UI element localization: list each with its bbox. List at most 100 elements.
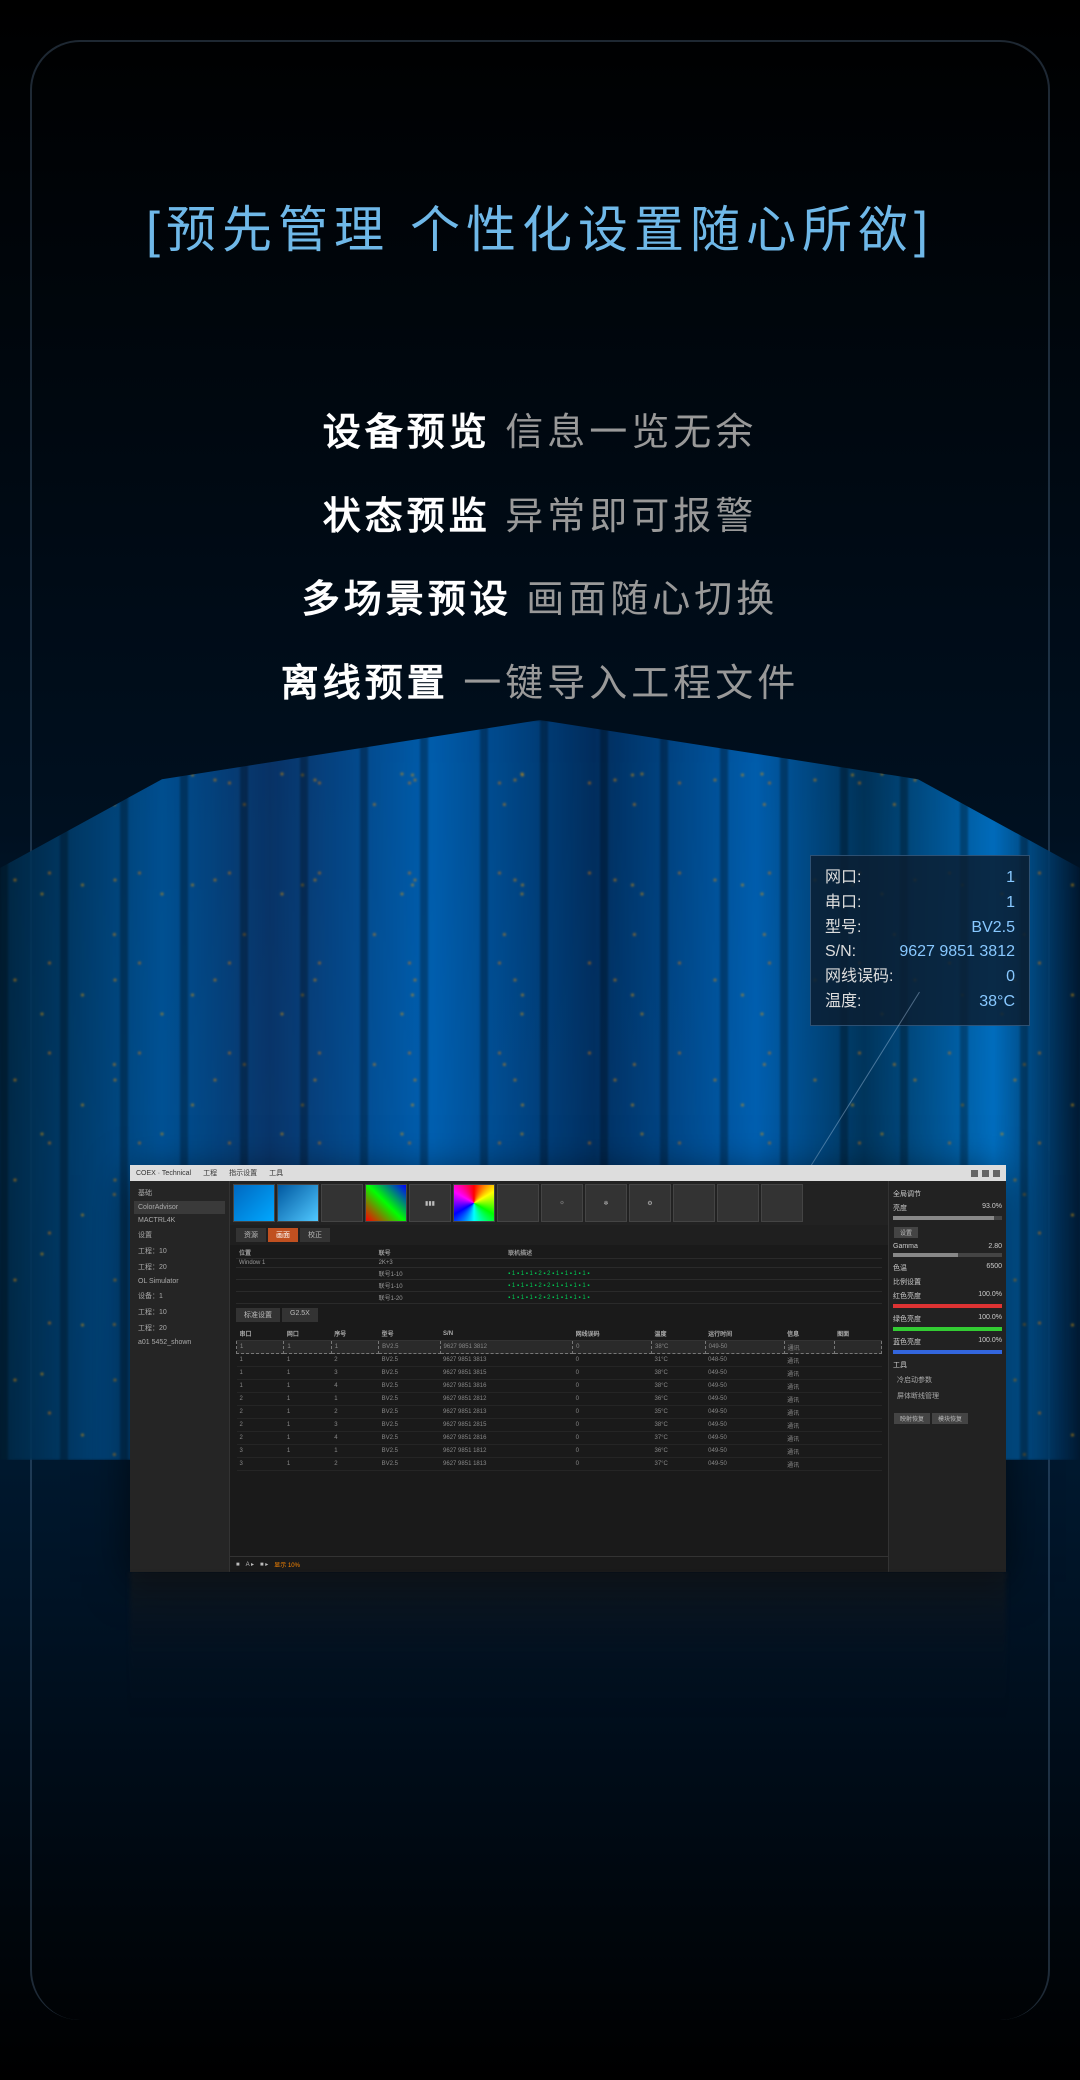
green-label: 绿色亮度 — [893, 1314, 921, 1324]
gamma-slider[interactable] — [893, 1253, 1002, 1257]
menu-item[interactable]: 工程 — [203, 1168, 217, 1178]
sidebar-item[interactable]: 设备：1 — [134, 1288, 225, 1304]
link-status-table: 位置 联号 联机描述 Window 12K+3联号1-10▪ 1 ▪ 1 ▪ 1… — [230, 1245, 888, 1305]
window-title: COEX · Technical — [136, 1170, 191, 1177]
brightness-label: 亮度 — [893, 1203, 907, 1213]
status-item[interactable]: ■ — [236, 1562, 240, 1568]
restore-module-button[interactable]: 模块恢复 — [932, 1413, 968, 1424]
gamma-label: Gamma — [893, 1243, 918, 1250]
status-bar: ■ A ▸ ■ ▸ 显示 10% — [230, 1556, 888, 1572]
minimize-icon — [971, 1170, 978, 1177]
bars-icon[interactable]: ▮▮▮ — [409, 1184, 451, 1222]
table-row[interactable]: 112BV2.59627 9851 3813031°C048-50通讯 — [237, 1354, 882, 1367]
callout-label: 串口: — [825, 891, 861, 916]
zoom-label[interactable]: 显示 10% — [274, 1560, 300, 1569]
sidebar-host[interactable]: ColorAdvisor — [134, 1201, 225, 1214]
tab-correction[interactable]: 校正 — [300, 1228, 330, 1242]
adjustment-panel: 全局调节 亮度93.0% 设置 Gamma2.80 色温6500 比例设置 红色… — [888, 1181, 1006, 1572]
main-panel: ▮▮▮ ☼ ❄ ⚙ 资源 画面 校正 位置 联号 联机描述 Window 12K… — [230, 1181, 888, 1572]
primary-tabs: 资源 画面 校正 — [230, 1225, 888, 1245]
gradient-test-icon[interactable] — [365, 1184, 407, 1222]
feature-bold: 设备预览 — [323, 412, 491, 454]
col-header: 序号 — [331, 1327, 378, 1341]
thumbnail-icon[interactable] — [233, 1184, 275, 1222]
tab-resource[interactable]: 资源 — [236, 1228, 266, 1242]
table-row[interactable]: 312BV2.59627 9851 1813037°C049-50通讯 — [237, 1458, 882, 1471]
feature-grey: 一键导入工程文件 — [463, 663, 799, 705]
table-row[interactable]: 113BV2.59627 9851 3815038°C049-50通讯 — [237, 1367, 882, 1380]
sidebar-tab[interactable]: 基础 — [134, 1185, 225, 1201]
sidebar-item[interactable]: 工程：20 — [134, 1259, 225, 1275]
gear-icon[interactable]: ⚙ — [629, 1184, 671, 1222]
brightness-value: 93.0% — [982, 1203, 1002, 1213]
feature-grey: 异常即可报警 — [505, 496, 757, 538]
table-row[interactable]: 213BV2.59627 9851 2815038°C049-50通讯 — [237, 1419, 882, 1432]
feature-grey: 信息一览无余 — [505, 412, 757, 454]
palette-icon[interactable] — [717, 1184, 759, 1222]
red-value: 100.0% — [978, 1291, 1002, 1301]
status-item[interactable]: A ▸ — [246, 1561, 254, 1568]
restore-mapping-button[interactable]: 映射恢复 — [894, 1413, 930, 1424]
menu-item[interactable]: 工具 — [269, 1168, 283, 1178]
toolbar: ▮▮▮ ☼ ❄ ⚙ — [230, 1181, 888, 1225]
callout-value: 38°C — [979, 990, 1015, 1015]
sidebar-item[interactable]: OL Simulator — [134, 1275, 225, 1288]
feature-row: 多场景预设 画面随心切换 — [0, 559, 1080, 643]
colortemp-label: 色温 — [893, 1263, 907, 1273]
sidebar-item[interactable]: 工程：10 — [134, 1243, 225, 1259]
set-button[interactable]: 设置 — [894, 1227, 918, 1238]
col-header: 网口 — [284, 1327, 331, 1341]
col-header: 位置 — [236, 1247, 376, 1259]
sidebar-item[interactable]: 工程：10 — [134, 1304, 225, 1320]
col-header: 温度 — [651, 1327, 705, 1341]
blue-slider[interactable] — [893, 1350, 1002, 1354]
callout-value: 1 — [1006, 891, 1015, 916]
callout-label: 温度: — [825, 990, 861, 1015]
red-slider[interactable] — [893, 1304, 1002, 1308]
sidebar-item[interactable]: MACTRL4K — [134, 1214, 225, 1227]
feature-row: 状态预监 异常即可报警 — [0, 476, 1080, 560]
feature-row: 设备预览 信息一览无余 — [0, 392, 1080, 476]
blue-label: 蓝色亮度 — [893, 1337, 921, 1347]
table-row[interactable]: 111BV2.59627 9851 3812038°C049-50通讯 — [237, 1341, 882, 1354]
col-header: S/N — [440, 1327, 573, 1341]
col-header: 联号 — [376, 1247, 506, 1259]
menu-item[interactable]: 指示设置 — [229, 1168, 257, 1178]
sidebar-item[interactable]: 设置 — [134, 1227, 225, 1243]
app-window: COEX · Technical 工程 指示设置 工具 基础 ColorAdvi… — [130, 1165, 1006, 1572]
col-header: 图面 — [834, 1327, 881, 1341]
callout-label: 网线误码: — [825, 965, 893, 990]
sidebar-item[interactable]: a01 5452_shown — [134, 1336, 225, 1349]
tab-screen[interactable]: 画面 — [268, 1228, 298, 1242]
tool-item[interactable]: 屏体断线管理 — [893, 1388, 1002, 1404]
grid-icon[interactable] — [761, 1184, 803, 1222]
status-item[interactable]: ■ ▸ — [260, 1561, 268, 1568]
menu-bar: COEX · Technical 工程 指示设置 工具 — [130, 1165, 1006, 1181]
table-row[interactable]: 214BV2.59627 9851 2816037°C049-50通讯 — [237, 1432, 882, 1445]
brightness-slider[interactable] — [893, 1216, 1002, 1220]
callout-label: S/N: — [825, 940, 856, 965]
tab-standard[interactable]: 标准设置 — [236, 1308, 280, 1322]
green-value: 100.0% — [978, 1314, 1002, 1324]
tool-item[interactable]: 冷启动参数 — [893, 1372, 1002, 1388]
sidebar-item[interactable]: 工程：20 — [134, 1320, 225, 1336]
feature-bold: 多场景预设 — [302, 579, 512, 621]
color-wheel-icon[interactable] — [453, 1184, 495, 1222]
table-row[interactable]: 311BV2.59627 9851 1812036°C049-50通讯 — [237, 1445, 882, 1458]
green-slider[interactable] — [893, 1327, 1002, 1331]
brightness-icon[interactable]: ☼ — [541, 1184, 583, 1222]
snowflake-icon[interactable]: ❄ — [585, 1184, 627, 1222]
window-controls[interactable] — [971, 1170, 1000, 1177]
thumbnail-icon[interactable] — [277, 1184, 319, 1222]
feature-bold: 离线预置 — [281, 663, 449, 705]
tab-model[interactable]: G2.5X — [282, 1308, 318, 1322]
callout-label: 网口: — [825, 866, 861, 891]
ratio-label: 比例设置 — [893, 1277, 1002, 1287]
table-row[interactable]: 211BV2.59627 9851 2812036°C049-50通讯 — [237, 1393, 882, 1406]
table-row[interactable]: 114BV2.59627 9851 3816038°C049-50通讯 — [237, 1380, 882, 1393]
table-row[interactable]: 212BV2.59627 9851 2813035°C049-50通讯 — [237, 1406, 882, 1419]
col-header: 信息 — [784, 1327, 834, 1341]
col-header: 串口 — [237, 1327, 284, 1341]
feature-grey: 画面随心切换 — [526, 579, 778, 621]
feature-list: 设备预览 信息一览无余 状态预监 异常即可报警 多场景预设 画面随心切换 离线预… — [0, 392, 1080, 726]
